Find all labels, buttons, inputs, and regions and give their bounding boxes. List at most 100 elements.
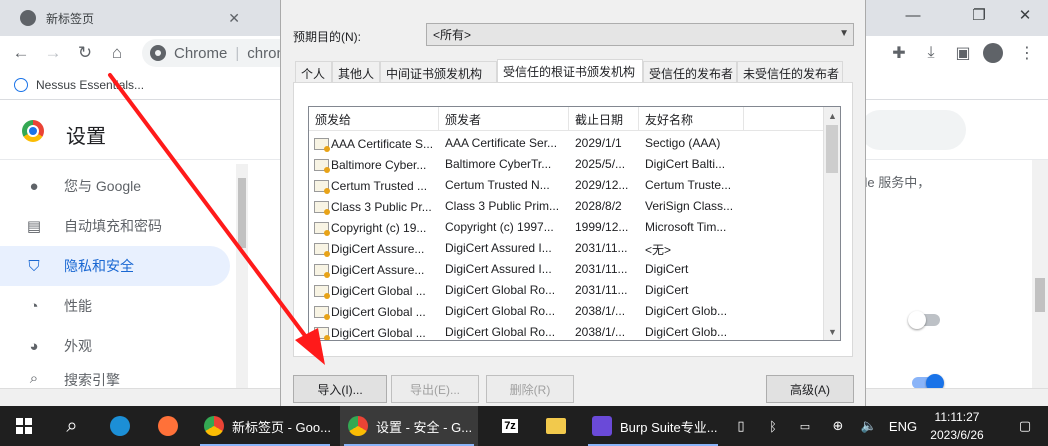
chrome-icon — [20, 10, 36, 26]
cell-issued-to-text: Baltimore Cyber... — [331, 157, 427, 172]
certificate-icon — [314, 263, 330, 278]
table-row[interactable]: AAA Certificate S... AAA Certificate Ser.… — [309, 133, 824, 154]
table-row[interactable]: Baltimore Cyber... Baltimore CyberTr... 20… — [309, 154, 824, 175]
sidebar-scrollbar[interactable] — [236, 164, 248, 388]
restore-button[interactable]: ❐ — [954, 0, 1004, 30]
tab-title: 新标签页 — [46, 11, 95, 26]
close-icon[interactable]: ✕ — [228, 10, 240, 27]
purpose-value: <所有> — [433, 28, 472, 42]
sidebar-item-privacy[interactable]: ⛉ 隐私和安全 — [0, 246, 230, 286]
edge-icon[interactable] — [98, 406, 142, 446]
taskbar-app-chrome-settings[interactable]: 设置 - 安全 - G... — [340, 406, 478, 446]
cell-issued-to: AAA Certificate S... — [309, 133, 439, 154]
reload-button[interactable]: ↻ — [72, 40, 98, 66]
chevron-down-icon[interactable]: ▼ — [824, 323, 840, 340]
cell-expiration: 2031/11... — [569, 280, 639, 301]
list-scrollbar[interactable]: ▲ ▼ — [823, 107, 840, 340]
folder-icon[interactable] — [534, 406, 578, 446]
certificate-icon — [314, 137, 330, 152]
notification-icon[interactable]: ▢ — [1014, 406, 1036, 446]
table-row[interactable]: DigiCert Assure... DigiCert Assured I... 2… — [309, 238, 824, 259]
home-button[interactable]: ⌂ — [104, 40, 130, 66]
cell-issued-by-text: Baltimore CyberTr... — [445, 157, 552, 171]
taskbar-app-burp[interactable]: Burp Suite专业... — [584, 406, 722, 446]
advanced-button[interactable]: 高级(A) — [766, 375, 854, 403]
cell-issued-by: Copyright (c) 1997... — [439, 217, 569, 238]
setting-toggle-off[interactable] — [908, 311, 940, 329]
sidebar-item-you-and-google[interactable]: ● 您与 Google — [0, 166, 230, 206]
table-row[interactable]: DigiCert Global ... DigiCert Global Ro...… — [309, 280, 824, 301]
minimize-button[interactable]: — — [888, 0, 938, 30]
scrollbar-thumb[interactable] — [238, 178, 246, 248]
tab-trusted-root-ca[interactable]: 受信任的根证书颁发机构 — [497, 59, 643, 84]
address-bar[interactable]: Chrome | chron — [142, 39, 302, 67]
sidebar-item-performance[interactable]: ◔ 性能 — [0, 286, 230, 326]
table-row[interactable]: DigiCert Assure... DigiCert Assured I... 2… — [309, 259, 824, 280]
certificate-icon — [314, 158, 330, 173]
cell-issued-by: AAA Certificate Ser... — [439, 133, 569, 154]
export-button[interactable]: 导出(E)... — [391, 375, 479, 403]
firefox-icon[interactable] — [146, 406, 190, 446]
clock[interactable]: 11:11:27 2023/6/26 — [912, 408, 1002, 444]
remove-button[interactable]: 删除(R) — [486, 375, 574, 403]
cell-issued-to-text: DigiCert Assure... — [331, 262, 425, 277]
cell-issued-to-text: DigiCert Assure... — [331, 241, 425, 256]
sidebar-item-autofill[interactable]: ▤ 自动填充和密码 — [0, 206, 230, 246]
settings-search-input[interactable] — [860, 110, 966, 150]
cell-friendly-name: Microsoft Tim... — [639, 217, 744, 238]
chevron-up-icon[interactable]: ▲ — [824, 107, 840, 124]
certificate-list[interactable]: 颁发给 颁发者 截止日期 友好名称 AAA Certificate S... AA… — [308, 106, 841, 341]
cell-expiration-text: 2029/12... — [575, 178, 629, 192]
import-button[interactable]: 导入(I)... — [293, 375, 387, 403]
tab-untrusted-publishers[interactable]: 未受信任的发布者 — [737, 61, 843, 83]
cell-friendly-name: DigiCert Glob... — [639, 322, 744, 340]
scrollbar-thumb[interactable] — [826, 125, 838, 173]
table-row[interactable]: DigiCert Global ... DigiCert Global Ro...… — [309, 322, 824, 340]
cell-expiration-text: 1999/12... — [575, 220, 629, 234]
side-panel-icon[interactable]: ▣ — [950, 41, 976, 65]
profile-avatar[interactable] — [980, 41, 1006, 65]
column-issued-to[interactable]: 颁发给 — [309, 107, 439, 131]
start-button[interactable] — [0, 406, 48, 446]
forward-button[interactable]: → — [40, 40, 66, 66]
sidebar-item-appearance[interactable]: ◕ 外观 — [0, 326, 230, 366]
sidebar-item-search-engine[interactable]: ⌕ 搜索引擎 — [0, 366, 230, 388]
bookmark-nessus[interactable]: Nessus Essentials... — [36, 78, 144, 92]
tab-new-tab[interactable]: 新标签页 ✕ — [10, 0, 250, 36]
menu-icon[interactable]: ⋮ — [1014, 41, 1040, 65]
network-icon[interactable]: ⊕ — [828, 406, 848, 446]
column-issued-by[interactable]: 颁发者 — [439, 107, 569, 131]
tab-personal[interactable]: 个人 — [295, 61, 332, 83]
list-header: 颁发给 颁发者 截止日期 友好名称 — [309, 107, 824, 131]
cell-friendly-name: DigiCert Balti... — [639, 154, 744, 175]
table-row[interactable]: DigiCert Global ... DigiCert Global Ro...… — [309, 301, 824, 322]
cell-issued-to: DigiCert Global ... — [309, 301, 439, 322]
tab-trusted-publishers[interactable]: 受信任的发布者 — [643, 61, 737, 83]
download-icon[interactable]: ⤓ — [918, 41, 944, 65]
tab-intermediate-ca[interactable]: 中间证书颁发机构 — [380, 61, 497, 83]
close-window-button[interactable]: ✕ — [1000, 0, 1048, 30]
search-icon[interactable]: ⌕ — [50, 406, 94, 446]
tab-other-people[interactable]: 其他人 — [332, 61, 380, 83]
cell-issued-by-text: DigiCert Global Ro... — [445, 283, 556, 297]
extensions-icon[interactable]: ✚ — [886, 41, 912, 65]
table-row[interactable]: Certum Trusted ... Certum Trusted N... 202… — [309, 175, 824, 196]
palette-icon: ◕ — [29, 337, 39, 355]
taskbar-app-chrome-newtab[interactable]: 新标签页 - Goo... — [196, 406, 334, 446]
column-friendly-name[interactable]: 友好名称 — [639, 107, 744, 131]
column-expiration[interactable]: 截止日期 — [569, 107, 639, 131]
cell-friendly-name-text: DigiCert Glob... — [645, 304, 728, 318]
usb-icon[interactable]: ▯ — [730, 406, 752, 446]
purpose-select[interactable]: <所有> ▼ — [426, 23, 854, 46]
nessus-icon — [14, 77, 28, 92]
main-scrollbar[interactable] — [1032, 160, 1048, 388]
volume-icon[interactable]: 🔈 — [858, 406, 880, 446]
table-row[interactable]: Class 3 Public Pr... Class 3 Public Prim.… — [309, 196, 824, 217]
table-row[interactable]: Copyright (c) 19... Copyright (c) 1997...… — [309, 217, 824, 238]
scrollbar-thumb[interactable] — [1035, 278, 1045, 312]
back-button[interactable]: ← — [8, 40, 34, 66]
vmware-icon[interactable]: ▭ — [794, 406, 816, 446]
cell-issued-by: DigiCert Global Ro... — [439, 280, 569, 301]
7zip-icon[interactable]: 7z — [488, 406, 532, 446]
bluetooth-icon[interactable]: ᛒ — [762, 406, 784, 446]
